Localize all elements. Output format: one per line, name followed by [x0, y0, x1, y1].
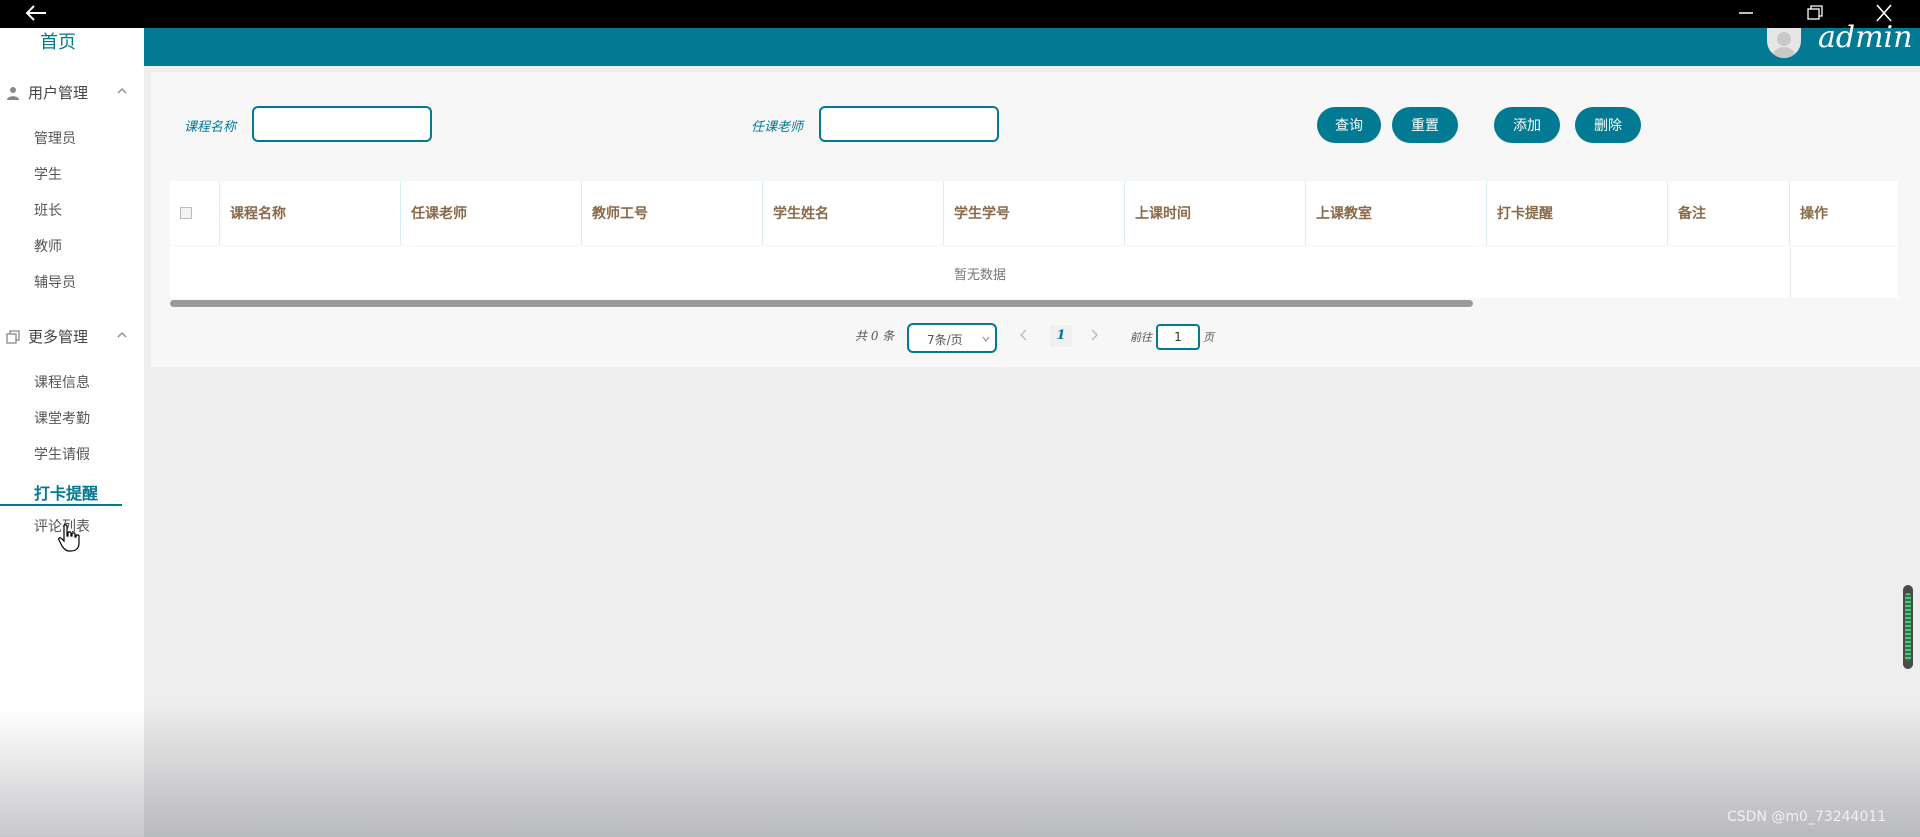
sidebar: 首页 用户管理 管理员 学生 班长 教师 辅导员 更多管理 课程信息 课堂考勤 …	[0, 28, 144, 837]
teacher-label: 任课老师	[751, 120, 804, 135]
course-name-input[interactable]	[252, 106, 432, 142]
user-icon	[7, 86, 19, 100]
column-header[interactable]: 任课老师	[401, 181, 582, 245]
goto-page-input[interactable]: 1	[1156, 324, 1200, 350]
sidebar-group-more-management[interactable]: 更多管理	[6, 326, 127, 347]
sidebar-item-student[interactable]: 学生	[34, 164, 62, 184]
sidebar-item-admin[interactable]: 管理员	[34, 128, 76, 148]
sidebar-item-student-leave[interactable]: 学生请假	[34, 444, 90, 464]
back-arrow-icon[interactable]	[22, 2, 50, 24]
teacher-input[interactable]	[819, 106, 999, 142]
current-page[interactable]: 1	[1050, 325, 1072, 347]
column-header[interactable]: 上课时间	[1125, 181, 1306, 245]
page-suffix: 页	[1203, 331, 1214, 344]
sidebar-item-checkin-reminder[interactable]: 打卡提醒	[34, 480, 98, 504]
prev-page-icon[interactable]	[1016, 327, 1032, 343]
active-indicator	[0, 504, 122, 506]
add-button[interactable]: 添加	[1494, 107, 1560, 143]
sidebar-group-user-management[interactable]: 用户管理	[6, 82, 127, 103]
sidebar-item-attendance[interactable]: 课堂考勤	[34, 408, 90, 428]
column-header[interactable]: 学生学号	[944, 181, 1125, 245]
watermark: CSDN @m0_73244011	[1727, 809, 1887, 825]
sidebar-item-teacher[interactable]: 教师	[34, 236, 62, 256]
minimize-icon[interactable]	[1732, 2, 1760, 24]
sidebar-group-label: 用户管理	[28, 84, 89, 102]
column-header[interactable]: 教师工号	[582, 181, 763, 245]
table-header: 课程名称 任课老师 教师工号 学生姓名 学生学号 上课时间 上课教室 打卡提醒 …	[170, 181, 1898, 245]
goto-label: 前往	[1130, 331, 1152, 344]
column-header[interactable]: 操作	[1790, 181, 1898, 245]
header-bar	[144, 28, 1920, 66]
hand-cursor-icon	[58, 524, 80, 552]
sidebar-item-counselor[interactable]: 辅导员	[34, 272, 76, 292]
page-size-value: 7条/页	[927, 333, 963, 347]
window-titlebar	[0, 0, 1920, 28]
chevron-down-icon	[982, 336, 990, 342]
select-all-checkbox[interactable]	[180, 207, 192, 219]
table-header-select	[170, 181, 220, 245]
sidebar-item-monitor[interactable]: 班长	[34, 200, 62, 220]
pagination-total: 共 0 条	[855, 329, 895, 343]
course-name-label: 课程名称	[184, 120, 237, 135]
page-size-select[interactable]: 7条/页	[907, 323, 997, 353]
empty-data-text: 暂无数据	[953, 268, 1006, 283]
column-header[interactable]: 备注	[1668, 181, 1790, 245]
column-header[interactable]: 打卡提醒	[1487, 181, 1668, 245]
chevron-up-icon	[117, 88, 127, 94]
next-page-icon[interactable]	[1086, 327, 1102, 343]
bottom-fade	[144, 700, 1920, 837]
vertical-scroll-indicator[interactable]	[1903, 585, 1913, 669]
column-header[interactable]: 学生姓名	[763, 181, 944, 245]
table-body: 暂无数据	[170, 246, 1898, 298]
sidebar-item-course-info[interactable]: 课程信息	[34, 372, 90, 392]
delete-button[interactable]: 删除	[1575, 107, 1641, 143]
chevron-up-icon	[117, 332, 127, 338]
column-header[interactable]: 课程名称	[220, 181, 401, 245]
column-header[interactable]: 上课教室	[1306, 181, 1487, 245]
sidebar-group-label: 更多管理	[28, 328, 89, 346]
copy-icon	[6, 329, 20, 344]
username[interactable]: admin	[1818, 20, 1912, 55]
table-horizontal-scrollbar[interactable]	[170, 300, 1473, 307]
operation-column-divider	[1790, 246, 1791, 298]
query-button[interactable]: 查询	[1317, 107, 1381, 143]
reset-button[interactable]: 重置	[1392, 107, 1458, 143]
sidebar-home[interactable]: 首页	[40, 28, 76, 54]
